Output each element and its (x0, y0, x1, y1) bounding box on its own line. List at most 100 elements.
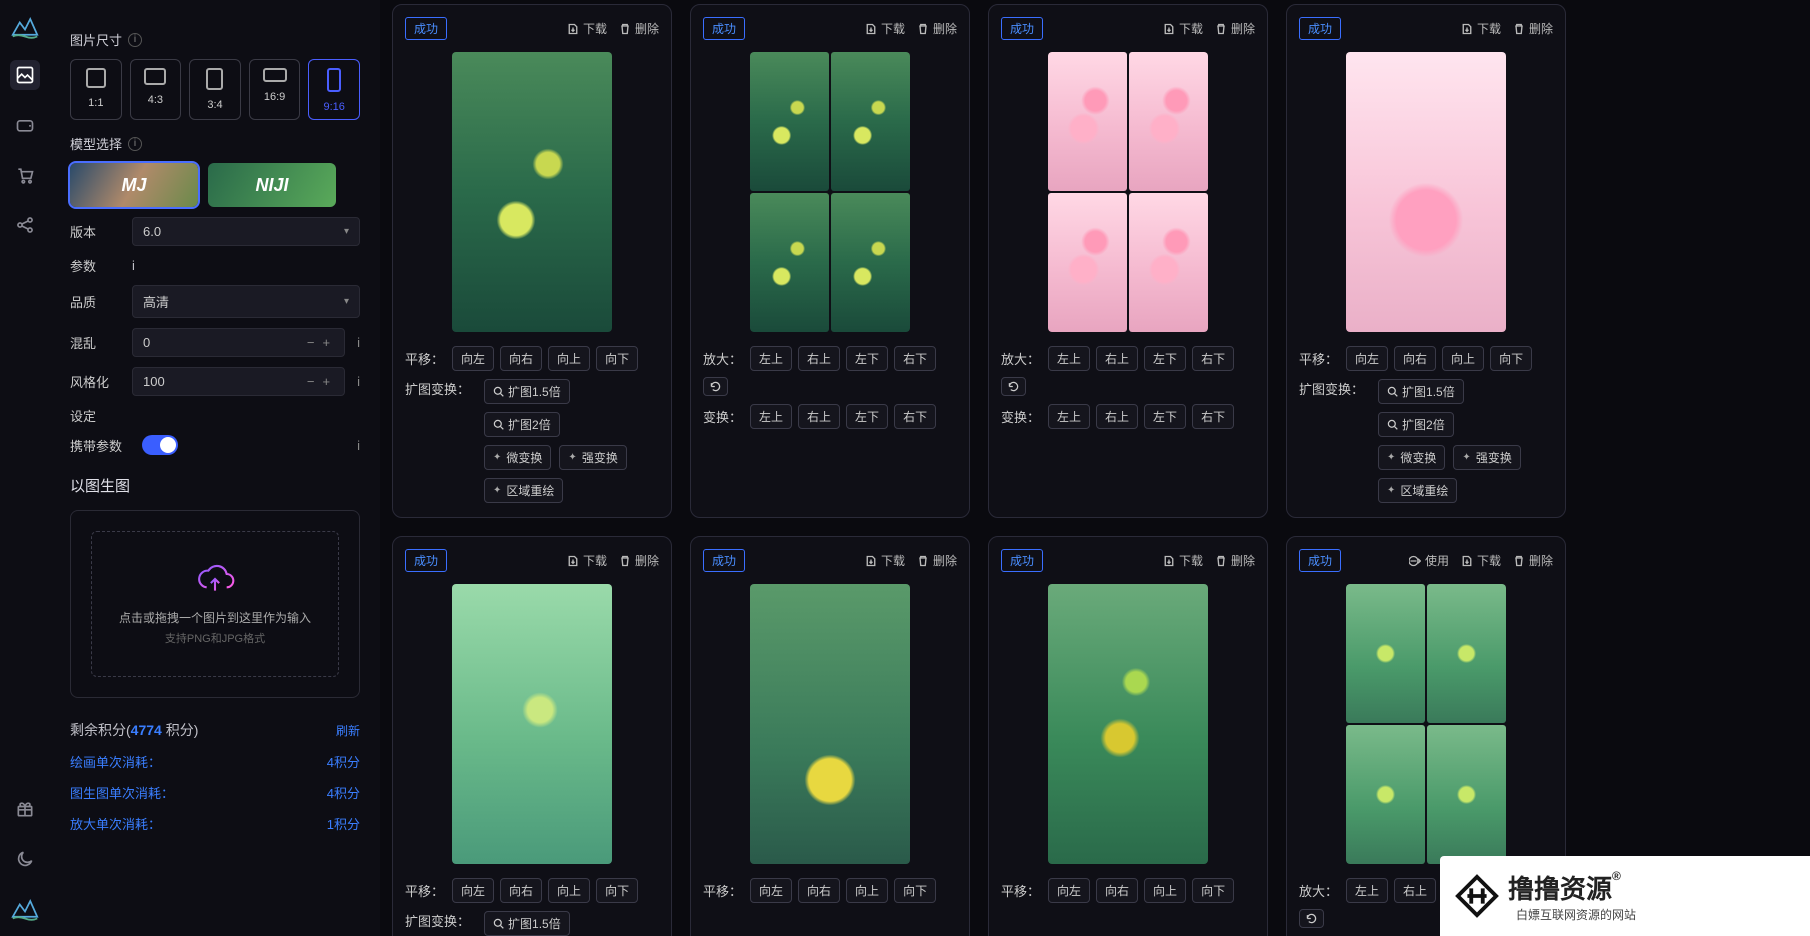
ext-region[interactable]: ✦区域重绘 (1378, 478, 1457, 503)
tx-br[interactable]: 右下 (1192, 404, 1234, 429)
refresh-link[interactable]: 刷新 (336, 722, 360, 739)
nav-wallet-icon[interactable] (10, 110, 40, 140)
refresh-button[interactable] (1299, 909, 1324, 928)
pan-right[interactable]: 向右 (798, 878, 840, 903)
delete-button[interactable]: 删除 (917, 552, 957, 569)
zoom-bl[interactable]: 左下 (1144, 346, 1186, 371)
pan-up[interactable]: 向上 (846, 878, 888, 903)
minus-icon[interactable]: − (303, 335, 319, 350)
ext-1-5x[interactable]: 扩图1.5倍 (484, 379, 570, 404)
info-icon[interactable]: i (132, 258, 135, 273)
info-icon[interactable]: i (357, 374, 360, 389)
delete-button[interactable]: 删除 (917, 20, 957, 37)
avatar-icon[interactable] (11, 894, 39, 922)
delete-button[interactable]: 删除 (1215, 20, 1255, 37)
info-icon[interactable]: i (128, 33, 142, 47)
result-image[interactable] (452, 52, 612, 332)
zoom-br[interactable]: 右下 (1192, 346, 1234, 371)
download-button[interactable]: 下载 (1461, 20, 1501, 37)
model-mj[interactable]: MJ (70, 163, 198, 207)
pan-down[interactable]: 向下 (596, 346, 638, 371)
download-button[interactable]: 下载 (1163, 20, 1203, 37)
pan-up[interactable]: 向上 (1442, 346, 1484, 371)
pan-up[interactable]: 向上 (548, 346, 590, 371)
pan-down[interactable]: 向下 (1490, 346, 1532, 371)
delete-button[interactable]: 删除 (1215, 552, 1255, 569)
result-image[interactable] (1048, 52, 1208, 332)
pan-right[interactable]: 向右 (1096, 878, 1138, 903)
download-button[interactable]: 下载 (567, 20, 607, 37)
delete-button[interactable]: 删除 (619, 20, 659, 37)
ext-micro[interactable]: ✦微变换 (1378, 445, 1445, 470)
ratio-1-1[interactable]: 1:1 (70, 59, 122, 120)
tx-tr[interactable]: 右上 (1096, 404, 1138, 429)
zoom-tr[interactable]: 右上 (1096, 346, 1138, 371)
info-icon[interactable]: i (357, 438, 360, 453)
pan-left[interactable]: 向左 (1048, 878, 1090, 903)
delete-button[interactable]: 删除 (1513, 20, 1553, 37)
tx-tl[interactable]: 左上 (1048, 404, 1090, 429)
ext-micro[interactable]: ✦微变换 (484, 445, 551, 470)
upload-dropzone[interactable]: 点击或拖拽一个图片到这里作为输入 支持PNG和JPG格式 (91, 531, 339, 677)
refresh-button[interactable] (1001, 377, 1026, 396)
nav-gift-icon[interactable] (10, 794, 40, 824)
ratio-16-9[interactable]: 16:9 (249, 59, 301, 120)
tx-bl[interactable]: 左下 (846, 404, 888, 429)
nav-moon-icon[interactable] (10, 844, 40, 874)
info-icon[interactable]: i (128, 137, 142, 151)
tx-tr[interactable]: 右上 (798, 404, 840, 429)
pan-down[interactable]: 向下 (894, 878, 936, 903)
pan-right[interactable]: 向右 (1394, 346, 1436, 371)
tx-bl[interactable]: 左下 (1144, 404, 1186, 429)
chaos-input[interactable]: 0−+ (132, 328, 345, 357)
gallery-wrap[interactable]: 成功下载删除平移：向左向右向上向下扩图变换：扩图1.5倍扩图2倍✦微变换✦强变换… (380, 0, 1810, 936)
result-image[interactable] (1048, 584, 1208, 864)
ext-strong[interactable]: ✦强变换 (1453, 445, 1520, 470)
zoom-bl[interactable]: 左下 (846, 346, 888, 371)
nav-share-icon[interactable] (10, 210, 40, 240)
info-icon[interactable]: i (357, 335, 360, 350)
result-image[interactable] (1346, 584, 1506, 864)
pan-left[interactable]: 向左 (452, 346, 494, 371)
download-button[interactable]: 下载 (865, 20, 905, 37)
ext-strong[interactable]: ✦强变换 (559, 445, 626, 470)
carry-params-toggle[interactable] (142, 435, 178, 455)
minus-icon[interactable]: − (303, 374, 319, 389)
plus-icon[interactable]: + (319, 374, 335, 389)
zoom-tr[interactable]: 右上 (798, 346, 840, 371)
tx-br[interactable]: 右下 (894, 404, 936, 429)
pan-left[interactable]: 向左 (1346, 346, 1388, 371)
nav-image-icon[interactable] (10, 60, 40, 90)
quality-select[interactable]: 高清▾ (132, 285, 360, 318)
pan-down[interactable]: 向下 (1192, 878, 1234, 903)
pan-left[interactable]: 向左 (750, 878, 792, 903)
zoom-tl[interactable]: 左上 (1346, 878, 1388, 903)
pan-up[interactable]: 向上 (1144, 878, 1186, 903)
model-niji[interactable]: NIJI (208, 163, 336, 207)
nav-cart-icon[interactable] (10, 160, 40, 190)
download-button[interactable]: 下载 (865, 552, 905, 569)
delete-button[interactable]: 删除 (1513, 552, 1553, 569)
result-image[interactable] (1346, 52, 1506, 332)
result-image[interactable] (452, 584, 612, 864)
ext-2x[interactable]: 扩图2倍 (1378, 412, 1454, 437)
download-button[interactable]: 下载 (567, 552, 607, 569)
ext-1-5x[interactable]: 扩图1.5倍 (484, 911, 570, 936)
stylize-input[interactable]: 100−+ (132, 367, 345, 396)
pan-right[interactable]: 向右 (500, 878, 542, 903)
version-select[interactable]: 6.0▾ (132, 217, 360, 246)
ratio-9-16[interactable]: 9:16 (308, 59, 360, 120)
result-image[interactable] (750, 52, 910, 332)
pan-right[interactable]: 向右 (500, 346, 542, 371)
zoom-br[interactable]: 右下 (894, 346, 936, 371)
ext-2x[interactable]: 扩图2倍 (484, 412, 560, 437)
pan-down[interactable]: 向下 (596, 878, 638, 903)
zoom-tr[interactable]: 右上 (1394, 878, 1436, 903)
result-image[interactable] (750, 584, 910, 864)
refresh-button[interactable] (703, 377, 728, 396)
ratio-3-4[interactable]: 3:4 (189, 59, 241, 120)
pan-left[interactable]: 向左 (452, 878, 494, 903)
ext-1-5x[interactable]: 扩图1.5倍 (1378, 379, 1464, 404)
download-button[interactable]: 下载 (1163, 552, 1203, 569)
pan-up[interactable]: 向上 (548, 878, 590, 903)
